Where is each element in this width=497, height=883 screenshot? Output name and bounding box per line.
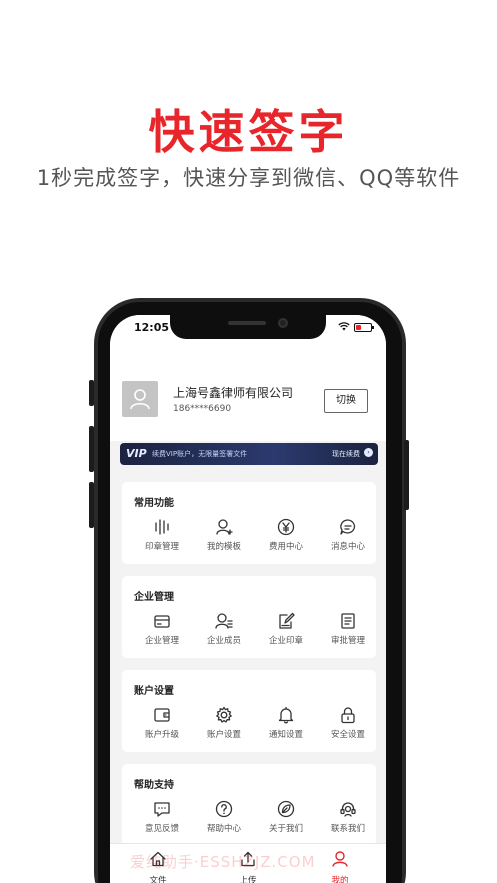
menu-item-label: 企业管理 [144,636,179,646]
menu-item-label: 审批管理 [330,636,365,646]
menu-item-label: 我的模板 [206,542,241,552]
vip-renew-link[interactable]: 现在续费 [332,449,360,459]
menu-item[interactable]: 联系我们 [318,800,378,834]
menu-item[interactable]: 费用中心 [256,518,316,552]
template-icon [194,518,254,536]
section-card: 企业管理 企业管理 企业成员 企业印章 审批管理 [122,576,376,658]
menu-item-label: 企业印章 [268,636,303,646]
promo-subtitle: 1秒完成签字，快速分享到微信、QQ等软件 [36,166,461,190]
edit-icon [256,612,316,630]
document-icon [318,612,378,630]
phone-side-button [404,440,409,510]
menu-item[interactable]: 我的模板 [194,518,254,552]
vip-logo: VIP [126,447,147,460]
menu-item-label: 企业成员 [206,636,241,646]
menu-item-label: 消息中心 [330,542,365,552]
card-icon [132,612,192,630]
menu-item[interactable]: 印章管理 [132,518,192,552]
user-icon [310,850,370,872]
status-time: 12:05 [134,321,170,334]
section-card: 账户设置 账户升级 账户设置 通知设置 安全设置 [122,670,376,752]
company-name: 上海号鑫律师有限公司 [173,386,294,400]
phone-notch [170,315,326,339]
menu-item[interactable]: 消息中心 [318,518,378,552]
menu-item[interactable]: 通知设置 [256,706,316,740]
menu-item[interactable]: 帮助中心 [194,800,254,834]
battery-icon [354,323,374,332]
phone-number: 186****6690 [173,404,232,414]
menu-item[interactable]: 安全设置 [318,706,378,740]
headset-icon [318,800,378,818]
menu-item[interactable]: 审批管理 [318,612,378,646]
menu-item-label: 安全设置 [330,730,365,740]
menu-item-label: 费用中心 [268,542,303,552]
leaf-icon [256,800,316,818]
stamp-icon [132,518,192,536]
feedback-icon [132,800,192,818]
phone-side-button [89,426,94,472]
user-placeholder-icon [130,389,150,410]
vip-banner[interactable]: VIP 续费VIP账户，无限量签署文件 现在续费 › [120,443,378,465]
tab-label: 文件 [149,876,167,883]
section-title: 账户设置 [134,686,174,697]
menu-item[interactable]: 账户升级 [132,706,192,740]
lock-icon [318,706,378,724]
menu-item-label: 意见反馈 [144,824,179,834]
phone-screen: 12:05 上海号鑫律师有限公司 186****6690 切换 VIP 续费VI… [110,315,386,883]
avatar[interactable] [122,381,158,417]
menu-item-label: 关于我们 [268,824,303,834]
menu-item[interactable]: 企业成员 [194,612,254,646]
menu-item[interactable]: 账户设置 [194,706,254,740]
yen-icon [256,518,316,536]
section-title: 帮助支持 [134,780,174,791]
tab-label: 上传 [239,876,257,883]
switch-account-button[interactable]: 切换 [324,389,368,413]
message-icon [318,518,378,536]
tab-label: 我的 [331,876,349,883]
watermark: 爱纯助手·ESSHZJZ.COM [130,853,316,871]
vip-text: 续费VIP账户，无限量签署文件 [152,450,248,458]
phone-side-button [89,380,94,406]
wifi-icon [338,322,350,334]
tab-item[interactable]: 我的 [310,850,370,883]
promo-title: 快速签字 [148,105,349,159]
gear-icon [194,706,254,724]
section-title: 常用功能 [134,498,174,509]
menu-item-label: 联系我们 [330,824,365,834]
phone-side-button [89,482,94,528]
menu-item[interactable]: 关于我们 [256,800,316,834]
menu-item-label: 帮助中心 [206,824,241,834]
menu-item-label: 印章管理 [144,542,179,552]
wallet-icon [132,706,192,724]
section-card: 帮助支持意见反馈 帮助中心 关于我们 联系我们 [122,764,376,846]
menu-item[interactable]: 企业管理 [132,612,192,646]
bell-icon [256,706,316,724]
section-card: 常用功能印章管理 我的模板 费用中心 消息中心 [122,482,376,564]
section-title: 企业管理 [134,592,174,603]
menu-item[interactable]: 意见反馈 [132,800,192,834]
menu-item[interactable]: 企业印章 [256,612,316,646]
member-icon [194,612,254,630]
menu-item-label: 通知设置 [268,730,303,740]
menu-item-label: 账户设置 [206,730,241,740]
question-icon [194,800,254,818]
profile-header: 上海号鑫律师有限公司 186****6690 切换 [110,341,386,441]
chevron-right-icon: › [364,448,373,457]
menu-item-label: 账户升级 [144,730,179,740]
